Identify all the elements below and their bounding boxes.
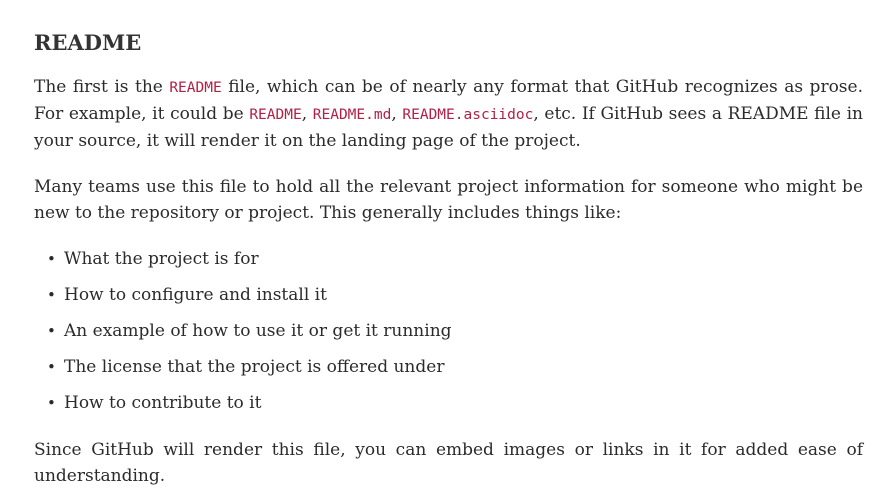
bullet-icon: • [47,322,56,340]
list-item-text: How to contribute to it [64,393,262,413]
document-page: README The first is the README file, whi… [0,0,889,489]
paragraph-text: , [391,104,403,124]
paragraph-text: The first is the [34,77,170,97]
list-item: • How to contribute to it [34,390,863,416]
inline-code-readme: README [249,107,302,123]
paragraph-text: , [301,104,313,124]
list-item: • The license that the project is offered… [34,354,863,380]
inline-code-readme: README [169,80,222,96]
bullet-icon: • [47,394,56,412]
list-item-text: What the project is for [64,249,259,269]
bullet-list: • What the project is for • How to configu… [34,246,863,416]
list-item-text: The license that the project is offered … [64,357,445,377]
paragraph-embed-images: Since GitHub will render this file, you … [34,440,863,486]
bullet-icon: • [47,286,56,304]
list-item: • An example of how to use it or get it r… [34,318,863,344]
paragraph-teams-usage: Many teams use this file to hold all the… [34,177,863,223]
list-item-text: How to configure and install it [64,285,327,305]
list-item: • How to configure and install it [34,282,863,308]
list-item-text: An example of how to use it or get it ru… [64,321,452,341]
inline-code-readme-md: README.md [312,107,392,123]
bullet-icon: • [47,250,56,268]
bullet-icon: • [47,358,56,376]
paragraph-readme-intro: The first is the README file, which can … [34,74,863,154]
list-item: • What the project is for [34,246,863,272]
section-title: README [34,30,142,55]
inline-code-readme-asciidoc: README.asciidoc [402,107,534,123]
